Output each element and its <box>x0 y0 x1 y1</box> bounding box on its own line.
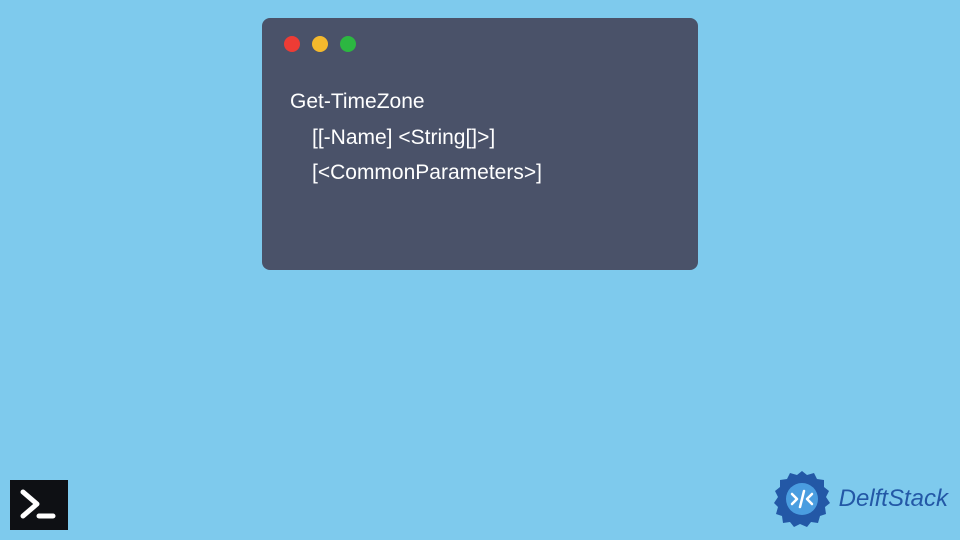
powershell-icon <box>10 480 68 530</box>
code-line: [[-Name] <String[]>] <box>290 120 670 156</box>
code-line: [<CommonParameters>] <box>290 155 670 191</box>
minimize-icon <box>312 36 328 52</box>
traffic-lights <box>262 18 698 52</box>
maximize-icon <box>340 36 356 52</box>
delftstack-logo: DelftStack <box>771 468 948 530</box>
code-line: Get-TimeZone <box>290 84 670 120</box>
brand-text: DelftStack <box>839 485 948 513</box>
code-window: Get-TimeZone [[-Name] <String[]>] [<Comm… <box>262 18 698 270</box>
code-content: Get-TimeZone [[-Name] <String[]>] [<Comm… <box>262 52 698 191</box>
delftstack-gear-icon <box>771 468 833 530</box>
close-icon <box>284 36 300 52</box>
